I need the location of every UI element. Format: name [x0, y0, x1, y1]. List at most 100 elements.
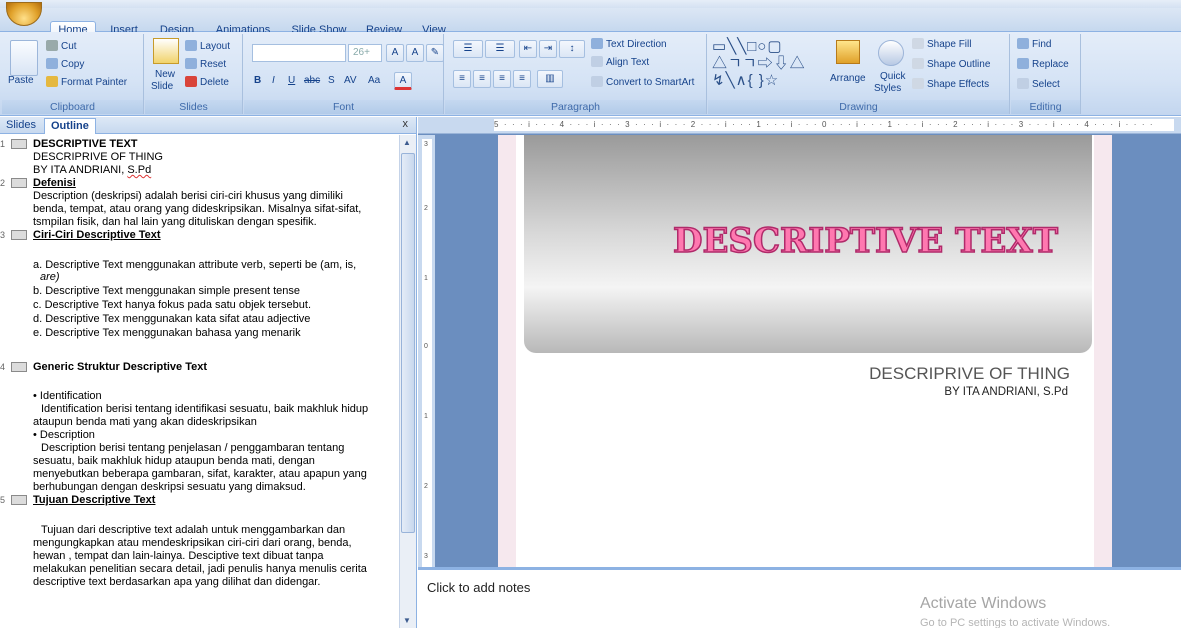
slide-title[interactable]: DESCRIPTIVE TEXT	[672, 220, 1058, 262]
outline-slide-title[interactable]: Generic Struktur Descriptive Text	[33, 361, 207, 373]
slide-icon[interactable]	[11, 230, 27, 240]
text-direction-button[interactable]: Text Direction	[591, 38, 667, 52]
tab-slides[interactable]: Slides	[0, 118, 42, 134]
columns-button[interactable]: ▥	[537, 70, 563, 88]
notes-placeholder[interactable]: Click to add notes	[427, 580, 530, 595]
bold-button[interactable]: B	[254, 74, 261, 88]
clear-format-button[interactable]: ✎	[426, 44, 444, 62]
center-button[interactable]: ≡	[473, 70, 491, 88]
scroll-up-icon[interactable]: ▲	[403, 138, 411, 147]
outline-line[interactable]: sesuatu, baik makhluk hidup ataupun bend…	[33, 455, 315, 467]
outline-slide-title[interactable]: DESCRIPTIVE TEXT	[33, 138, 138, 150]
close-pane-button[interactable]: x	[403, 118, 409, 130]
shape-outline-button[interactable]: Shape Outline	[912, 58, 990, 72]
reset-button[interactable]: Reset	[185, 58, 226, 72]
spacing-button[interactable]: AV	[344, 74, 357, 88]
scroll-thumb[interactable]	[401, 153, 415, 533]
outline-line[interactable]: mengungkapkan atau mendeskripsikan ciri-…	[33, 537, 352, 549]
format-painter-button[interactable]: Format Painter	[46, 76, 127, 90]
font-name-combo[interactable]	[252, 44, 346, 62]
convert-smartart-button[interactable]: Convert to SmartArt	[591, 76, 694, 90]
outline-line[interactable]: • Identification	[33, 390, 102, 402]
slide-subtitle[interactable]: DESCRIPRIVE OF THING	[869, 364, 1070, 384]
outline-slide-title[interactable]: Tujuan Descriptive Text	[33, 494, 155, 506]
increase-indent-button[interactable]: ⇥	[539, 40, 557, 58]
outline-line[interactable]: melakukan penelitian secara detail, jadi…	[33, 563, 367, 575]
copy-button[interactable]: Copy	[46, 58, 84, 72]
underline-button[interactable]: U	[288, 74, 295, 88]
align-text-button[interactable]: Align Text	[591, 56, 649, 70]
align-left-button[interactable]: ≡	[453, 70, 471, 88]
ruler-tick: 0	[424, 343, 428, 350]
delete-button[interactable]: Delete	[185, 76, 229, 90]
outline-line[interactable]: d. Descriptive Tex menggunakan kata sifa…	[33, 313, 310, 325]
change-case-button[interactable]: Aa	[368, 74, 380, 88]
outline-line[interactable]: b. Descriptive Text menggunakan simple p…	[33, 285, 300, 297]
shrink-font-button[interactable]: A	[406, 44, 424, 62]
quick-styles-label-2[interactable]: Styles	[874, 82, 901, 96]
bullets-button[interactable]: ☰	[453, 40, 483, 58]
replace-button[interactable]: Replace	[1017, 58, 1069, 72]
arrange-button[interactable]: Arrange	[830, 72, 866, 86]
office-button[interactable]	[6, 2, 42, 26]
decrease-indent-button[interactable]: ⇤	[519, 40, 537, 58]
outline-line[interactable]: berhubungan dengan deskripsi sesuatu yan…	[33, 481, 306, 493]
shape-fill-label: Shape Fill	[927, 39, 972, 50]
outline-slide-title[interactable]: Defenisi	[33, 177, 76, 189]
outline-line[interactable]: Tujuan dari descriptive text adalah untu…	[41, 524, 345, 536]
paint-bucket-icon	[912, 38, 924, 49]
slide-icon[interactable]	[11, 178, 27, 188]
grow-font-button[interactable]: A	[386, 44, 404, 62]
slide-icon[interactable]	[11, 495, 27, 505]
shape-effects-button[interactable]: Shape Effects	[912, 78, 989, 92]
new-slide-label-2[interactable]: Slide	[151, 80, 173, 94]
outline-scrollbar[interactable]: ▲ ▼	[399, 135, 416, 628]
outline-line[interactable]: Description (deskripsi) adalah berisi ci…	[33, 190, 343, 202]
strikethrough-button[interactable]: abc	[304, 74, 320, 88]
layout-label: Layout	[200, 41, 231, 52]
outline-line[interactable]: Description berisi tentang penjelasan / …	[41, 442, 344, 454]
outline-line[interactable]: descriptive text berdasarkan apa yang di…	[33, 576, 320, 588]
outline-line[interactable]: BY ITA ANDRIANI, S.Pd	[33, 164, 151, 176]
outline-line[interactable]: are)	[40, 271, 60, 283]
outline-line[interactable]: a. Descriptive Text menggunakan attribut…	[33, 259, 356, 271]
tab-outline[interactable]: Outline	[44, 118, 96, 134]
outline-line[interactable]: DESCRIPRIVE OF THING	[33, 151, 163, 163]
shape-fill-button[interactable]: Shape Fill	[912, 38, 971, 52]
new-slide-icon[interactable]	[153, 38, 179, 64]
outline-line[interactable]: ataupun benda mati yang akan dideskripsi…	[33, 416, 257, 428]
slide-icon[interactable]	[11, 139, 27, 149]
find-button[interactable]: Find	[1017, 38, 1051, 52]
align-right-button[interactable]: ≡	[493, 70, 511, 88]
paste-icon[interactable]	[10, 40, 38, 76]
paste-button[interactable]: Paste	[8, 74, 34, 88]
outline-line[interactable]: hewan , tempat dan lain-lainya. Descipti…	[33, 550, 323, 562]
outline-slide-title[interactable]: Ciri-Ciri Descriptive Text	[33, 229, 161, 241]
select-button[interactable]: Select	[1017, 78, 1060, 92]
outline-line[interactable]: e. Descriptive Tex menggunakan bahasa ya…	[33, 327, 301, 339]
shadow-button[interactable]: S	[328, 74, 335, 88]
slide-byline[interactable]: BY ITA ANDRIANI, S.Pd	[944, 386, 1068, 398]
font-size-combo[interactable]: 26+	[348, 44, 382, 62]
outline-line[interactable]: menyebutkan beberapa gambaran, sifat, ka…	[33, 468, 367, 480]
notes-pane[interactable]: Click to add notes Activate Windows Go t…	[418, 567, 1181, 628]
outline-line[interactable]: c. Descriptive Text hanya fokus pada sat…	[33, 299, 311, 311]
outline-line[interactable]: • Description	[33, 429, 95, 441]
cut-button[interactable]: Cut	[46, 40, 77, 54]
outline-line[interactable]: benda, tempat, atau orang yang dideskrip…	[33, 203, 361, 215]
outline-line[interactable]: tsmpilan fisik, dan hal lain yang dituli…	[33, 216, 317, 228]
justify-button[interactable]: ≡	[513, 70, 531, 88]
outline-text[interactable]: 1 DESCRIPTIVE TEXT DESCRIPRIVE OF THING …	[0, 135, 398, 628]
quick-styles-icon[interactable]	[878, 40, 904, 66]
slide-canvas[interactable]: DESCRIPTIVE TEXT DESCRIPRIVE OF THING BY…	[498, 135, 1112, 567]
font-color-button[interactable]: A	[394, 72, 412, 90]
italic-button[interactable]: I	[272, 74, 275, 88]
line-spacing-button[interactable]: ↕	[559, 40, 585, 58]
layout-button[interactable]: Layout	[185, 40, 230, 54]
arrange-icon[interactable]	[836, 40, 860, 64]
shapes-gallery[interactable]: ▭╲╲□○▢ △ㄱㄱ⇨⇩△ ↯╲∧{ }☆	[712, 38, 818, 90]
scroll-down-icon[interactable]: ▼	[403, 616, 411, 625]
slide-icon[interactable]	[11, 362, 27, 372]
outline-line[interactable]: Identification berisi tentang identifika…	[41, 403, 368, 415]
numbering-button[interactable]: ☰	[485, 40, 515, 58]
